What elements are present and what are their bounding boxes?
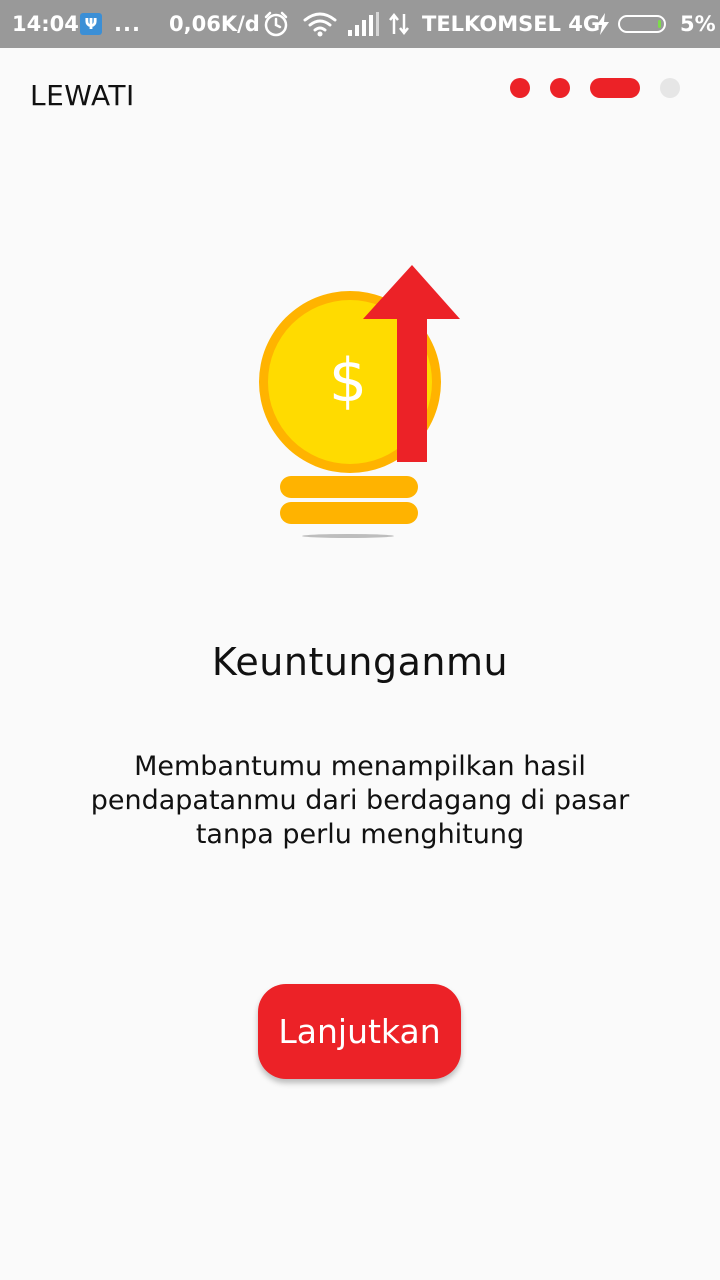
page-indicator: [508, 78, 688, 98]
wifi-icon: [303, 0, 337, 48]
page-description: Membantumu menampilkan hasil pendapatanm…: [90, 751, 630, 850]
battery-percent: 5%: [680, 12, 716, 36]
battery-icon: [618, 0, 666, 48]
dollar-symbol: $: [329, 346, 367, 416]
data-transfer-icon: [388, 0, 410, 48]
skip-button[interactable]: LEWATI: [30, 76, 135, 116]
status-bar: 14:04 Ψ ... 0,06K/d TELKOMSEL 4G 5%: [0, 0, 720, 48]
page-dot-2: [550, 78, 570, 98]
usb-debug-icon: Ψ: [80, 0, 102, 48]
usb-glyph: Ψ: [80, 13, 102, 35]
page-dot-3-active: [590, 78, 640, 98]
network-speed: 0,06K/d: [169, 12, 260, 36]
carrier-name: TELKOMSEL 4G: [422, 12, 601, 36]
alarm-icon: [262, 0, 290, 48]
coin-growth-icon: $: [250, 255, 470, 545]
page-title: Keuntunganmu: [211, 640, 509, 684]
more-notifications-icon: ...: [114, 12, 141, 36]
signal-icon: [348, 0, 380, 48]
page-dot-1: [510, 78, 530, 98]
page-dot-4: [660, 78, 680, 98]
onboarding-screen: 14:04 Ψ ... 0,06K/d TELKOMSEL 4G 5% LEWA…: [0, 0, 720, 1280]
continue-button[interactable]: Lanjutkan: [258, 984, 461, 1079]
charging-icon: [596, 0, 610, 48]
status-time: 14:04: [12, 12, 79, 36]
